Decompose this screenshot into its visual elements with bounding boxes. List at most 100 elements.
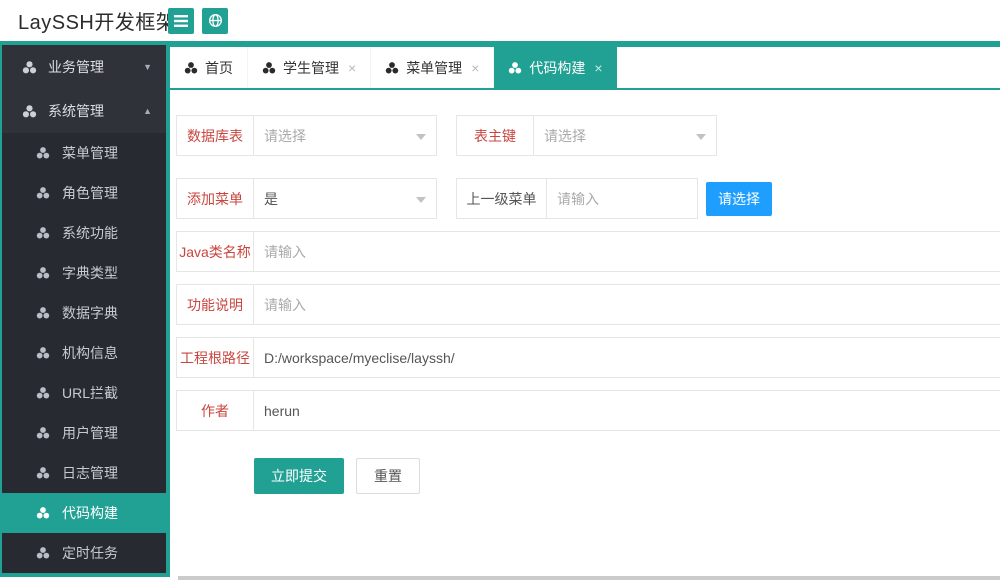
select-value: 是 (264, 189, 278, 209)
sidebar-item-data-dict[interactable]: 数据字典 (2, 293, 166, 333)
input-placeholder: 请输入 (264, 242, 306, 262)
app-title: LaySSH开发框架 (0, 6, 160, 35)
module-icon (22, 104, 37, 119)
sidebar-item-system-mgmt[interactable]: 系统管理 ▲ (2, 89, 166, 133)
close-icon[interactable]: × (471, 61, 479, 75)
tab-menu-mgmt[interactable]: 菜单管理 × (371, 47, 494, 88)
parent-menu-input[interactable]: 请输入 (546, 178, 698, 219)
field-label: 作者 (176, 390, 253, 431)
module-icon (385, 61, 399, 75)
sidebar-item-label: 机构信息 (62, 343, 118, 363)
field-label: 功能说明 (176, 284, 253, 325)
module-icon (22, 60, 37, 75)
sidebar-item-label: 定时任务 (62, 543, 118, 563)
body: 业务管理 ▼ 系统管理 ▲ 菜单管理 (0, 41, 1000, 580)
tab-home[interactable]: 首页 (170, 47, 248, 88)
module-icon (36, 346, 50, 360)
sidebar-item-dict-type[interactable]: 字典类型 (2, 253, 166, 293)
chevron-down-icon: ▼ (143, 62, 152, 72)
input-value: D:/workspace/myeclise/layssh/ (264, 350, 455, 366)
field-label: 添加菜单 (176, 178, 253, 219)
form-row-project-root: 工程根路径 D:/workspace/myeclise/layssh/ (176, 337, 1000, 378)
module-icon (36, 146, 50, 160)
field-database-table: 数据库表 请选择 (176, 115, 437, 156)
sidebar-item-label: 菜单管理 (62, 143, 118, 163)
sidebar-item-label: URL拦截 (62, 383, 118, 403)
module-icon (36, 306, 50, 320)
sidebar-item-label: 数据字典 (62, 303, 118, 323)
tab-bar: 首页 学生管理 × 菜单管理 × 代码构建 × (170, 47, 1000, 90)
select-placeholder: 请选择 (264, 126, 306, 146)
sidebar-item-business-mgmt[interactable]: 业务管理 ▼ (2, 45, 166, 89)
field-parent-menu: 上一级菜单 请输入 (456, 178, 698, 219)
sidebar-item-label: 日志管理 (62, 463, 118, 483)
sidebar-item-label: 系统功能 (62, 223, 118, 243)
sidebar-item-code-builder[interactable]: 代码构建 (2, 493, 166, 533)
module-icon (508, 61, 522, 75)
sidebar-item-label: 代码构建 (62, 503, 118, 523)
sidebar-item-menu-mgmt[interactable]: 菜单管理 (2, 133, 166, 173)
module-icon (184, 61, 198, 75)
app-window: LaySSH开发框架 业务管理 ▼ (0, 0, 1000, 580)
content-area: 首页 学生管理 × 菜单管理 × 代码构建 × (170, 41, 1000, 580)
field-label: 工程根路径 (176, 337, 253, 378)
sidebar-item-system-functions[interactable]: 系统功能 (2, 213, 166, 253)
sidebar-item-url-intercept[interactable]: URL拦截 (2, 373, 166, 413)
collapse-sidebar-button[interactable] (168, 8, 194, 34)
sidebar-item-label: 用户管理 (62, 423, 118, 443)
field-label: 上一级菜单 (456, 178, 546, 219)
field-label: 表主键 (456, 115, 533, 156)
close-icon[interactable]: × (348, 61, 356, 75)
database-table-select[interactable]: 请选择 (253, 115, 437, 156)
tab-code-builder[interactable]: 代码构建 × (494, 47, 616, 88)
choose-parent-menu-button[interactable]: 请选择 (706, 182, 772, 216)
form-row-db: 数据库表 请选择 表主键 请选择 (176, 115, 1000, 156)
tab-label: 菜单管理 (406, 58, 462, 78)
sidebar-item-role-mgmt[interactable]: 角色管理 (2, 173, 166, 213)
field-add-menu: 添加菜单 是 (176, 178, 437, 219)
module-icon (36, 266, 50, 280)
language-globe-button[interactable] (202, 8, 228, 34)
spacer (437, 115, 456, 156)
sidebar-item-user-mgmt[interactable]: 用户管理 (2, 413, 166, 453)
sidebar-item-label: 字典类型 (62, 263, 118, 283)
tab-student-mgmt[interactable]: 学生管理 × (248, 47, 371, 88)
author-input[interactable]: herun (253, 390, 1000, 431)
sidebar-submenu: 菜单管理 角色管理 系统功能 字典类型 (2, 133, 166, 573)
sidebar: 业务管理 ▼ 系统管理 ▲ 菜单管理 (0, 41, 170, 580)
input-value: herun (264, 403, 300, 419)
caret-down-icon (696, 134, 706, 140)
globe-icon (208, 13, 223, 28)
submit-button[interactable]: 立即提交 (254, 458, 344, 494)
module-icon (36, 546, 50, 560)
feature-desc-input[interactable]: 请输入 (253, 284, 1000, 325)
java-class-input[interactable]: 请输入 (253, 231, 1000, 272)
module-icon (36, 386, 50, 400)
module-icon (36, 186, 50, 200)
chevron-up-icon: ▲ (143, 106, 152, 116)
field-label: 数据库表 (176, 115, 253, 156)
code-builder-form: 数据库表 请选择 表主键 请选择 (170, 90, 1000, 580)
input-placeholder: 请输入 (557, 189, 599, 209)
sidebar-item-label: 系统管理 (48, 101, 104, 121)
form-row-feature-desc: 功能说明 请输入 (176, 284, 1000, 325)
form-row-author: 作者 herun (176, 390, 1000, 431)
module-icon (36, 506, 50, 520)
sidebar-item-scheduled-tasks[interactable]: 定时任务 (2, 533, 166, 573)
add-menu-select[interactable]: 是 (253, 178, 437, 219)
form-actions: 立即提交 重置 (254, 458, 1000, 494)
sidebar-item-org-info[interactable]: 机构信息 (2, 333, 166, 373)
app-header: LaySSH开发框架 (0, 0, 1000, 41)
close-icon[interactable]: × (594, 61, 602, 75)
table-key-select[interactable]: 请选择 (533, 115, 717, 156)
sidebar-item-log-mgmt[interactable]: 日志管理 (2, 453, 166, 493)
sidebar-item-label: 角色管理 (62, 183, 118, 203)
project-root-input[interactable]: D:/workspace/myeclise/layssh/ (253, 337, 1000, 378)
sidebar-item-label: 业务管理 (48, 57, 104, 77)
horizontal-scrollbar[interactable] (178, 576, 1000, 580)
field-label: Java类名称 (176, 231, 253, 272)
reset-button[interactable]: 重置 (356, 458, 420, 494)
input-placeholder: 请输入 (264, 295, 306, 315)
tab-label: 代码构建 (529, 58, 585, 78)
module-icon (36, 466, 50, 480)
